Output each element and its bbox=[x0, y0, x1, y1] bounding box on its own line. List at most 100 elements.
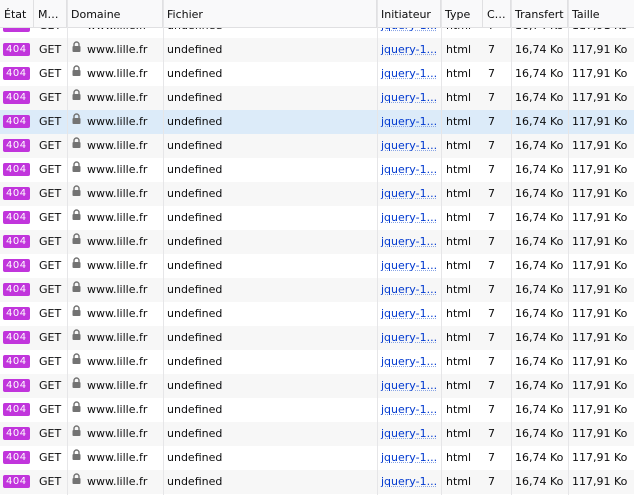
table-row[interactable]: 404 GET www.lille.fr undefined jquery-1... ht… bbox=[0, 374, 634, 398]
type-cell: html bbox=[446, 235, 472, 248]
initiator-link[interactable]: jquery-1... bbox=[377, 158, 441, 182]
size-cell: 117,91 Ko bbox=[572, 283, 628, 296]
cause-cell: 7 bbox=[488, 475, 495, 488]
table-row[interactable]: 404 GET www.lille.fr undefined jquery-1... ht… bbox=[0, 446, 634, 470]
column-header-size[interactable]: Taille bbox=[568, 0, 634, 28]
table-row[interactable]: 404 GET www.lille.fr undefined jquery-1... ht… bbox=[0, 182, 634, 206]
initiator-link[interactable]: jquery-1... bbox=[377, 278, 441, 302]
initiator-link[interactable]: jquery-1... bbox=[377, 62, 441, 86]
initiator-text[interactable]: jquery-1... bbox=[381, 283, 437, 296]
initiator-link[interactable]: jquery-1... bbox=[377, 398, 441, 422]
initiator-text[interactable]: jquery-1... bbox=[381, 139, 437, 152]
table-row[interactable]: 404 GET www.lille.fr undefined jquery-1... ht… bbox=[0, 62, 634, 86]
initiator-text[interactable]: jquery-1... bbox=[381, 91, 437, 104]
column-header-domain[interactable]: Domaine bbox=[67, 0, 163, 28]
lock-icon bbox=[72, 158, 81, 181]
initiator-text[interactable]: jquery-1... bbox=[381, 475, 437, 488]
initiator-link[interactable]: jquery-1... bbox=[377, 86, 441, 110]
initiator-text[interactable]: jquery-1... bbox=[381, 355, 437, 368]
domain-cell: www.lille.fr bbox=[67, 422, 163, 446]
table-row[interactable]: 404 GET www.lille.fr undefined jquery-1... ht… bbox=[0, 110, 634, 134]
initiator-text[interactable]: jquery-1... bbox=[381, 379, 437, 392]
initiator-text[interactable]: jquery-1... bbox=[381, 28, 437, 32]
initiator-text[interactable]: jquery-1... bbox=[381, 331, 437, 344]
initiator-text[interactable]: jquery-1... bbox=[381, 67, 437, 80]
table-row[interactable]: 404 GET www.lille.fr undefined jquery-1... ht… bbox=[0, 38, 634, 62]
table-row[interactable]: 404 GET www.lille.fr undefined jquery-1... ht… bbox=[0, 254, 634, 278]
lock-icon bbox=[72, 230, 81, 253]
method-cell: GET bbox=[39, 379, 62, 392]
initiator-text[interactable]: jquery-1... bbox=[381, 235, 437, 248]
table-row[interactable]: 404 GET www.lille.fr undefined jquery-1... ht… bbox=[0, 470, 634, 494]
initiator-text[interactable]: jquery-1... bbox=[381, 259, 437, 272]
column-header-method[interactable]: M… bbox=[34, 0, 67, 28]
lock-icon bbox=[72, 28, 81, 37]
initiator-link[interactable]: jquery-1... bbox=[377, 182, 441, 206]
initiator-text[interactable]: jquery-1... bbox=[381, 211, 437, 224]
table-row[interactable]: 404 GET www.lille.fr undefined jquery-1... ht… bbox=[0, 350, 634, 374]
file-cell: undefined bbox=[167, 307, 223, 320]
status-cell: 404 bbox=[0, 254, 34, 278]
transferred-cell: 16,74 Ko bbox=[515, 283, 564, 296]
initiator-text[interactable]: jquery-1... bbox=[381, 163, 437, 176]
column-header-status[interactable]: État bbox=[0, 0, 34, 28]
table-row[interactable]: 404 GET www.lille.fr undefined jquery-1... ht… bbox=[0, 206, 634, 230]
transferred-cell: 16,74 Ko bbox=[515, 331, 564, 344]
initiator-link[interactable]: jquery-1... bbox=[377, 38, 441, 62]
column-header-type[interactable]: Type bbox=[441, 0, 483, 28]
status-cell: 404 bbox=[0, 86, 34, 110]
initiator-link[interactable]: jquery-1... bbox=[377, 28, 441, 38]
file-cell: undefined bbox=[167, 67, 223, 80]
table-row[interactable]: 404 GET www.lille.fr undefined jquery-1... ht… bbox=[0, 278, 634, 302]
initiator-link[interactable]: jquery-1... bbox=[377, 254, 441, 278]
status-cell: 404 bbox=[0, 398, 34, 422]
status-cell: 404 bbox=[0, 470, 34, 494]
initiator-link[interactable]: jquery-1... bbox=[377, 446, 441, 470]
column-divider bbox=[441, 0, 442, 495]
initiator-text[interactable]: jquery-1... bbox=[381, 187, 437, 200]
initiator-text[interactable]: jquery-1... bbox=[381, 43, 437, 56]
status-cell: 404 bbox=[0, 38, 34, 62]
initiator-link[interactable]: jquery-1... bbox=[377, 374, 441, 398]
table-row[interactable]: 404 GET www.lille.fr undefined jquery-1... ht… bbox=[0, 326, 634, 350]
initiator-text[interactable]: jquery-1... bbox=[381, 451, 437, 464]
table-row[interactable]: 404 GET www.lille.fr undefined jquery-1... ht… bbox=[0, 158, 634, 182]
status-badge: 404 bbox=[3, 234, 30, 248]
initiator-link[interactable]: jquery-1... bbox=[377, 110, 441, 134]
initiator-link[interactable]: jquery-1... bbox=[377, 302, 441, 326]
column-header-cause[interactable]: C… bbox=[483, 0, 511, 28]
cause-cell: 7 bbox=[488, 211, 495, 224]
table-row[interactable]: 404 GET www.lille.fr undefined jquery-1... ht… bbox=[0, 28, 634, 38]
initiator-link[interactable]: jquery-1... bbox=[377, 470, 441, 494]
method-cell: GET bbox=[39, 451, 62, 464]
initiator-link[interactable]: jquery-1... bbox=[377, 206, 441, 230]
initiator-link[interactable]: jquery-1... bbox=[377, 230, 441, 254]
size-cell: 117,91 Ko bbox=[572, 139, 628, 152]
lock-icon bbox=[72, 350, 81, 373]
domain-text: www.lille.fr bbox=[87, 115, 148, 128]
initiator-link[interactable]: jquery-1... bbox=[377, 134, 441, 158]
column-header-transferred[interactable]: Transfert bbox=[511, 0, 568, 28]
initiator-text[interactable]: jquery-1... bbox=[381, 307, 437, 320]
table-row[interactable]: 404 GET www.lille.fr undefined jquery-1... ht… bbox=[0, 86, 634, 110]
size-cell: 117,91 Ko bbox=[572, 115, 628, 128]
initiator-text[interactable]: jquery-1... bbox=[381, 403, 437, 416]
file-cell: undefined bbox=[167, 43, 223, 56]
initiator-text[interactable]: jquery-1... bbox=[381, 427, 437, 440]
transferred-cell: 16,74 Ko bbox=[515, 43, 564, 56]
table-row[interactable]: 404 GET www.lille.fr undefined jquery-1... ht… bbox=[0, 422, 634, 446]
table-row[interactable]: 404 GET www.lille.fr undefined jquery-1... ht… bbox=[0, 398, 634, 422]
initiator-link[interactable]: jquery-1... bbox=[377, 422, 441, 446]
table-row[interactable]: 404 GET www.lille.fr undefined jquery-1... ht… bbox=[0, 230, 634, 254]
domain-text: www.lille.fr bbox=[87, 67, 148, 80]
column-header-file[interactable]: Fichier bbox=[163, 0, 377, 28]
transferred-cell: 16,74 Ko bbox=[515, 211, 564, 224]
size-cell: 117,91 Ko bbox=[572, 451, 628, 464]
table-row[interactable]: 404 GET www.lille.fr undefined jquery-1... ht… bbox=[0, 134, 634, 158]
initiator-text[interactable]: jquery-1... bbox=[381, 115, 437, 128]
initiator-link[interactable]: jquery-1... bbox=[377, 350, 441, 374]
domain-cell: www.lille.fr bbox=[67, 446, 163, 470]
table-row[interactable]: 404 GET www.lille.fr undefined jquery-1... ht… bbox=[0, 302, 634, 326]
column-header-initiator[interactable]: Initiateur bbox=[377, 0, 441, 28]
initiator-link[interactable]: jquery-1... bbox=[377, 326, 441, 350]
